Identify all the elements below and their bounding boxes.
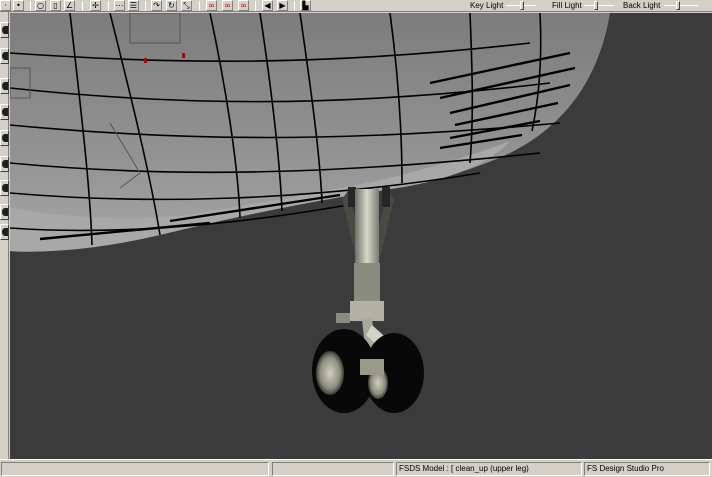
left-toolstrip	[0, 12, 9, 459]
tool-button[interactable]	[0, 204, 9, 220]
tool-button[interactable]	[0, 48, 9, 64]
key-light-thumb[interactable]	[520, 1, 524, 10]
move-icon[interactable]: ✢	[90, 0, 101, 11]
back-light-label: Back Light	[623, 1, 661, 10]
aircraft-model-render	[10, 13, 610, 413]
toolbar-separator	[145, 1, 146, 11]
toolbar-separator	[294, 1, 295, 11]
sphere-icon	[2, 184, 8, 192]
tool-button[interactable]	[0, 78, 9, 94]
circle-icon[interactable]: ○	[35, 0, 46, 11]
save-icon[interactable]: ▙	[300, 0, 311, 11]
left-wheel-hub	[316, 351, 344, 395]
line-icon[interactable]: ▯	[50, 0, 61, 11]
back-light-slider[interactable]	[664, 1, 698, 10]
status-left	[1, 462, 269, 476]
back-light-thumb[interactable]	[676, 1, 680, 10]
3d-viewport[interactable]	[10, 13, 712, 459]
sphere-icon	[2, 82, 8, 90]
red-marker	[182, 53, 185, 58]
play-forward-icon[interactable]: ▶	[277, 0, 288, 11]
toolbar-separator	[108, 1, 109, 11]
key-light-label: Key Light	[470, 1, 504, 10]
arrow-icon[interactable]: ·	[0, 0, 11, 11]
sphere-icon	[2, 208, 8, 216]
status-app: FS Design Studio Pro	[584, 462, 710, 476]
tool-button[interactable]	[0, 156, 9, 172]
sphere-icon	[2, 160, 8, 168]
status-model: FSDS Model : [ clean_up (upper leg)	[396, 462, 582, 476]
landing-gear	[312, 187, 424, 413]
red-marker	[144, 58, 147, 63]
grid-icon[interactable]: ⋯	[114, 0, 125, 11]
angle-icon[interactable]: ∠	[64, 0, 75, 11]
sphere-icon	[2, 52, 8, 60]
list-icon[interactable]: ☰	[128, 0, 139, 11]
redo-icon[interactable]: ↷	[151, 0, 162, 11]
tool-button[interactable]	[0, 180, 9, 196]
link-red-icon[interactable]: ∞	[206, 0, 217, 11]
fill-light-slider[interactable]	[584, 1, 614, 10]
sphere-icon	[2, 108, 8, 116]
fill-light-thumb[interactable]	[594, 1, 598, 10]
tool-button[interactable]	[0, 130, 9, 146]
key-light-slider[interactable]	[506, 1, 536, 10]
status-empty	[272, 462, 394, 476]
sphere-icon	[2, 134, 8, 142]
link-red-2-icon[interactable]: ∞	[222, 0, 233, 11]
toolbar-separator	[30, 1, 31, 11]
fill-light-label: Fill Light	[552, 1, 582, 10]
sphere-icon	[2, 26, 8, 34]
tool-button[interactable]	[0, 104, 9, 120]
play-back-icon[interactable]: ◀	[262, 0, 273, 11]
rotate-icon[interactable]: ↻	[166, 0, 177, 11]
toolbar-separator	[82, 1, 83, 11]
tool-button[interactable]	[0, 224, 9, 240]
main-toolbar: · • ○ ▯ ∠ ✢ ⋯ ☰ ↷ ↻ ⤡ ∞ ∞ ∞ ◀ ▶ ▙ Key Li…	[0, 0, 712, 12]
toolbar-separator	[255, 1, 256, 11]
scale-icon[interactable]: ⤡	[181, 0, 192, 11]
dot-icon[interactable]: •	[13, 0, 24, 11]
status-bar: FSDS Model : [ clean_up (upper leg) FS D…	[0, 459, 712, 477]
sphere-icon	[2, 228, 8, 236]
tool-button[interactable]	[0, 22, 9, 38]
link-red-3-icon[interactable]: ∞	[238, 0, 249, 11]
toolbar-separator	[199, 1, 200, 11]
